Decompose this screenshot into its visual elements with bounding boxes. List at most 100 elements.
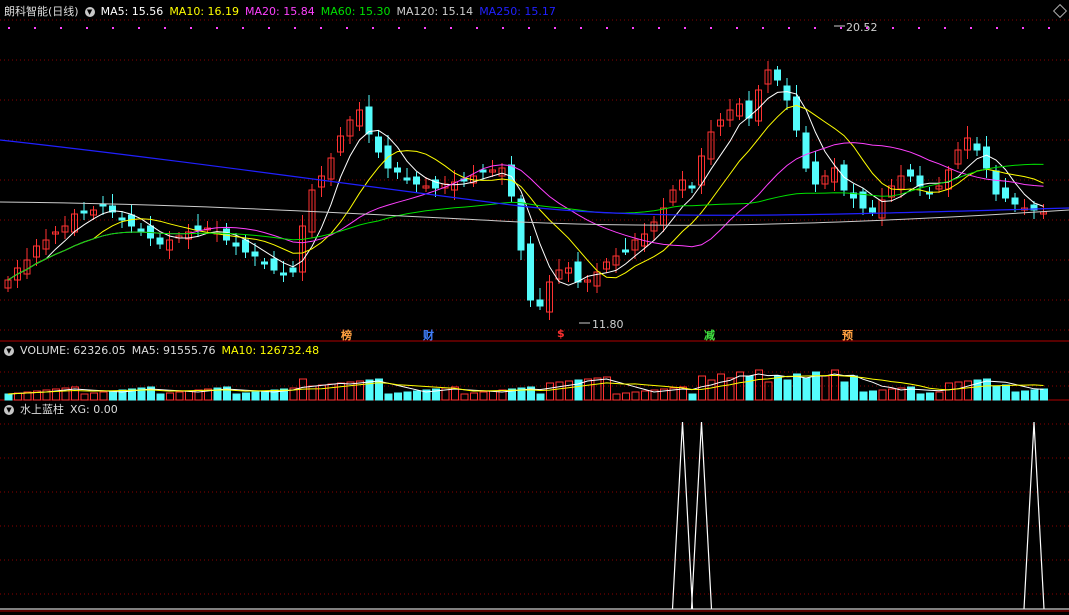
marker-dot	[34, 27, 36, 29]
volume-bar	[802, 377, 811, 401]
candle-body	[261, 261, 268, 265]
event-marker-dividend[interactable]: $	[557, 327, 565, 340]
volume-bar	[394, 392, 402, 401]
volume-bar	[983, 378, 991, 401]
marker-dot	[86, 27, 88, 29]
marker-dot	[944, 27, 946, 29]
volume-bar	[622, 392, 630, 401]
candle-body	[251, 251, 259, 257]
volume-bar	[745, 375, 754, 401]
marker-dot	[528, 27, 530, 29]
volume-bar	[261, 390, 269, 401]
volume-bar	[954, 381, 963, 401]
volume-bar	[318, 384, 326, 401]
marker-dot	[424, 27, 426, 29]
volume-bar	[99, 391, 108, 401]
volume-bar	[764, 381, 773, 401]
volume-bar	[783, 379, 792, 401]
candle-body	[869, 207, 876, 213]
volume-bar	[603, 376, 611, 401]
volume-bar	[4, 393, 13, 401]
marker-dot	[294, 27, 296, 29]
marker-dot	[138, 27, 140, 29]
ma20-label: MA20: 15.84	[245, 5, 315, 18]
candle-body	[156, 237, 164, 245]
marker-dot	[450, 27, 452, 29]
marker-dot	[320, 27, 322, 29]
marker-dot	[840, 27, 842, 29]
event-marker-finance[interactable]: 财	[423, 327, 434, 343]
candle-body	[812, 161, 819, 185]
candle-body	[574, 261, 582, 283]
volume-bar	[384, 393, 393, 401]
marker-dot	[476, 27, 478, 29]
marker-dot	[788, 27, 790, 29]
candle-body	[527, 243, 534, 301]
marker-dot	[684, 27, 686, 29]
volume-bar	[185, 390, 193, 401]
marker-dot	[372, 27, 374, 29]
volume-bar	[641, 390, 649, 401]
candle-body	[802, 132, 810, 169]
ma5-label: MA5: 15.56	[100, 5, 164, 18]
candle-body	[622, 249, 629, 253]
ma20-line	[7, 142, 1044, 281]
high-price-label: 20.52	[846, 21, 878, 34]
volume-bar	[869, 390, 877, 401]
volume-bar	[859, 391, 868, 401]
indicator-header: ▼ 水上蓝柱 XG: 0.00	[4, 402, 124, 418]
marker-dot	[658, 27, 660, 29]
xg-signal-spike	[1023, 421, 1045, 610]
volume-bar	[479, 391, 488, 401]
volume-bar	[489, 390, 497, 401]
candle-body	[1002, 187, 1009, 199]
marker-dot	[346, 27, 348, 29]
volume-bar	[175, 391, 184, 401]
marker-dot	[1048, 27, 1050, 29]
candle-body	[394, 167, 401, 173]
volume-header: ▼ VOLUME: 62326.05 MA5: 91555.76 MA10: 1267…	[4, 343, 325, 359]
volume-bar	[992, 385, 1001, 401]
marker-dot	[1022, 27, 1024, 29]
candle-body	[80, 210, 88, 214]
volume-bar	[1021, 390, 1029, 401]
candle-body	[375, 136, 382, 153]
volume-bar	[346, 381, 355, 401]
candle-body	[289, 267, 297, 273]
volume-bar	[584, 378, 592, 401]
event-marker-forecast[interactable]: 预	[842, 327, 853, 343]
volume-bar	[935, 391, 944, 401]
marker-dot	[606, 27, 608, 29]
volume-bar	[840, 381, 849, 401]
indicator-toggle-icon[interactable]: ▼	[4, 405, 14, 415]
volume-toggle-icon[interactable]: ▼	[4, 346, 14, 356]
volume-bar	[707, 379, 716, 401]
volume-bar	[327, 383, 336, 401]
volume-bar	[555, 381, 564, 401]
stock-title[interactable]: 朗科智能(日线)	[4, 5, 79, 18]
marker-dot	[814, 27, 816, 29]
marker-dot	[164, 27, 166, 29]
candle-body	[137, 228, 145, 233]
stock-chart-canvas[interactable]	[0, 0, 1069, 615]
candle-body	[536, 299, 544, 307]
marker-dot	[190, 27, 192, 29]
marker-dot	[268, 27, 270, 29]
candle-body	[403, 177, 411, 181]
volume-bar	[460, 393, 469, 401]
volume-bar	[413, 390, 421, 401]
event-marker-rank[interactable]: 榜	[341, 327, 352, 343]
event-marker-reduce[interactable]: 减	[704, 327, 715, 343]
volume-bar	[242, 392, 250, 401]
marker-dot	[918, 27, 920, 29]
volume-bar	[166, 392, 174, 401]
marker-dot	[216, 27, 218, 29]
indicator-name[interactable]: 水上蓝柱	[20, 403, 64, 416]
volume-bar	[403, 391, 412, 401]
xg-signal-spike	[671, 421, 694, 610]
volume-bar	[793, 373, 801, 401]
marker-dot	[8, 27, 10, 29]
collapse-toggle-icon[interactable]: ▼	[84, 7, 95, 17]
candle-body	[232, 242, 240, 247]
marker-dot	[502, 27, 504, 29]
